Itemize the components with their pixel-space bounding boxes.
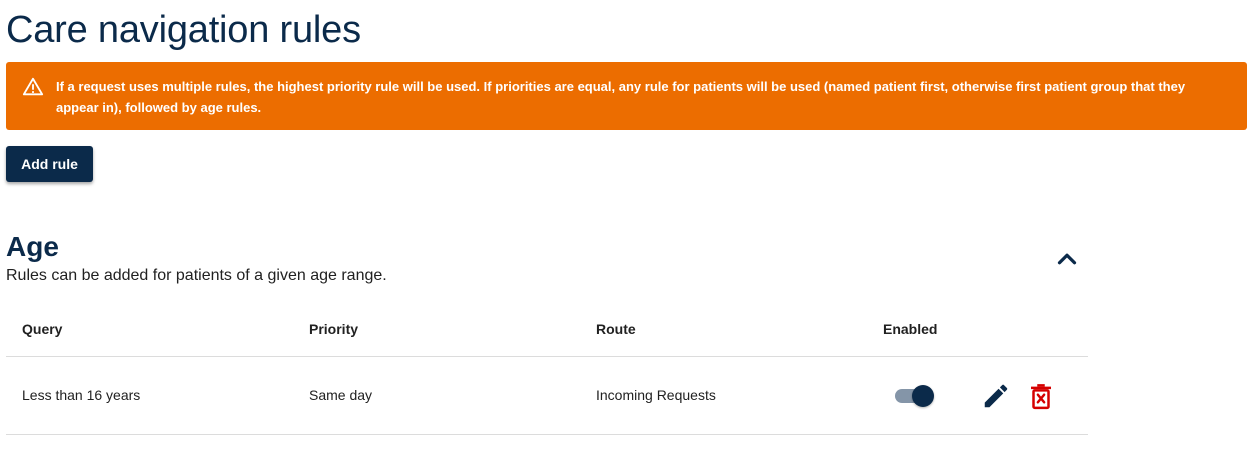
- warning-icon: [22, 76, 44, 98]
- header-route: Route: [596, 321, 636, 337]
- enabled-toggle[interactable]: [895, 385, 935, 407]
- toggle-knob: [912, 385, 934, 407]
- section-description: Rules can be added for patients of a giv…: [6, 267, 387, 284]
- delete-rule-button[interactable]: [1026, 381, 1056, 411]
- trash-icon: [1026, 384, 1056, 414]
- collapse-section-button[interactable]: [1052, 244, 1082, 274]
- age-rules-table: Query Priority Route Enabled Less than 1…: [6, 305, 1088, 435]
- cell-priority: Same day: [309, 387, 373, 403]
- header-enabled: Enabled: [883, 321, 938, 337]
- priority-warning-alert: If a request uses multiple rules, the hi…: [6, 62, 1247, 130]
- alert-message: If a request uses multiple rules, the hi…: [56, 79, 1186, 115]
- header-priority: Priority: [309, 321, 359, 337]
- cell-query: Less than 16 years: [22, 387, 141, 403]
- table-header-row: Query Priority Route Enabled: [6, 305, 1088, 357]
- section-title: Age: [6, 231, 59, 262]
- table-row: Less than 16 years Same day Incoming Req…: [6, 357, 1088, 435]
- header-query: Query: [22, 321, 63, 337]
- cell-route: Incoming Requests: [596, 387, 716, 403]
- add-rule-button[interactable]: Add rule: [6, 146, 93, 182]
- pencil-icon: [981, 384, 1011, 414]
- edit-rule-button[interactable]: [981, 381, 1011, 411]
- chevron-up-icon: [1052, 253, 1082, 277]
- page-title: Care navigation rules: [6, 9, 361, 51]
